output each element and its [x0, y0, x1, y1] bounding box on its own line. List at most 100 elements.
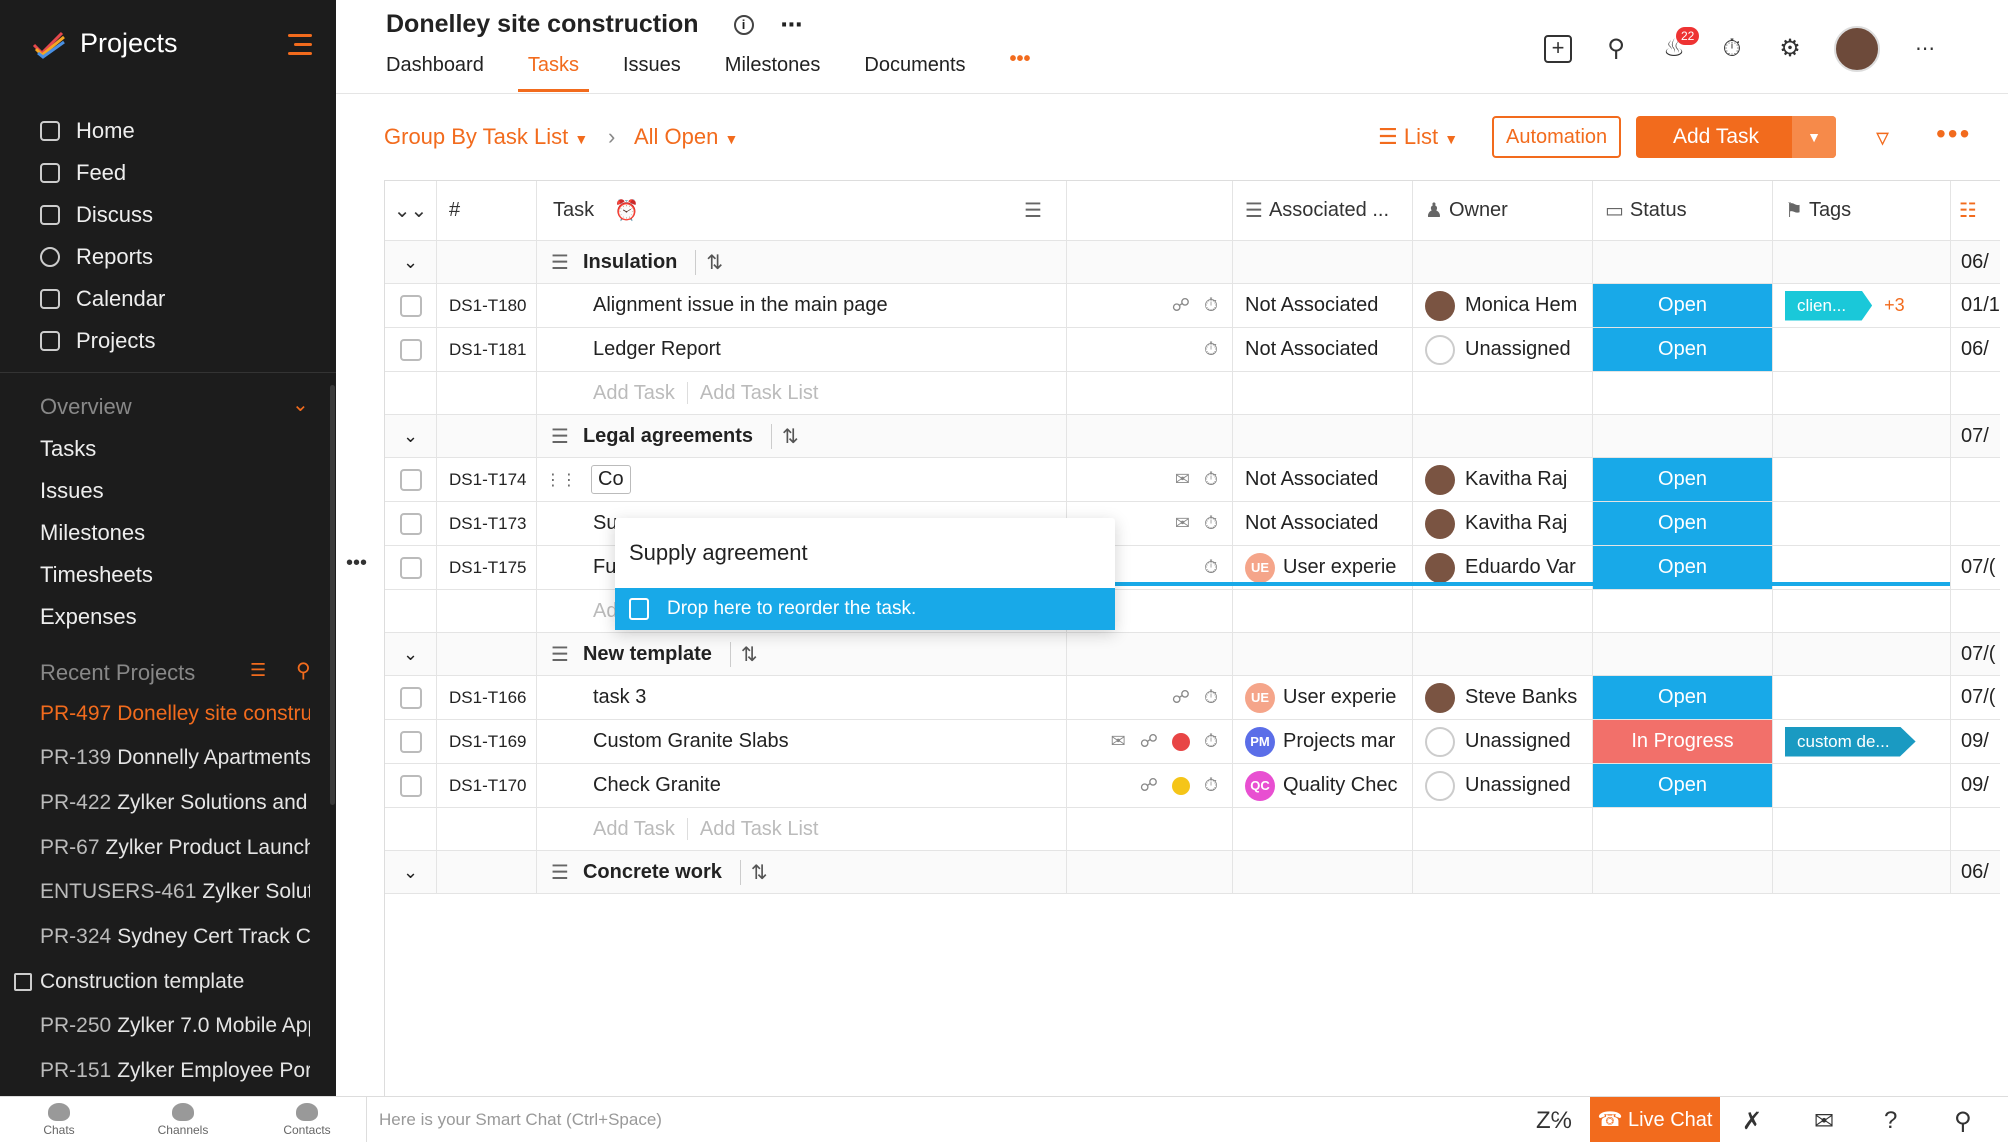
recent-project-item[interactable]: ENTUSERS-461Zylker Solutions	[40, 880, 310, 904]
status-badge[interactable]: Open	[1593, 458, 1772, 501]
gear-icon[interactable]: ⚙	[1776, 35, 1804, 63]
add-icon[interactable]: +	[1544, 35, 1572, 63]
collapse-group-icon[interactable]: ⌄	[385, 633, 437, 675]
status-badge[interactable]: Open	[1593, 328, 1772, 371]
add-task-dropdown-icon[interactable]: ▼	[1792, 116, 1836, 158]
group-title-cell[interactable]: ☰ Concrete work ⇅	[537, 851, 1067, 893]
status-badge[interactable]: Open	[1593, 502, 1772, 545]
blocked-icon[interactable]	[1171, 732, 1190, 751]
collapse-group-icon[interactable]: ⌄	[385, 415, 437, 457]
tab-tasks[interactable]: Tasks	[517, 54, 590, 92]
associated-cell[interactable]: QC Quality Chec	[1233, 764, 1413, 807]
status-cell[interactable]: Open	[1593, 458, 1773, 501]
sort-icon[interactable]: ⇅	[771, 423, 799, 449]
recent-project-item[interactable]: PR-422 Zylker Solutions and	[40, 791, 310, 815]
column-id[interactable]: #	[437, 181, 537, 240]
sort-icon[interactable]: ⇅	[729, 641, 758, 667]
group-by-dropdown[interactable]: Group By Task List ▼	[384, 124, 588, 150]
row-checkbox[interactable]	[399, 512, 422, 535]
table-row[interactable]: DS1-T166 task 3 ☍ ⏱ UE User experie Steve Bank…	[385, 676, 2000, 720]
search-icon[interactable]: ⚲	[1602, 35, 1630, 63]
tab-documents[interactable]: Documents	[864, 54, 965, 92]
associated-cell[interactable]: Not Associated	[1233, 502, 1413, 545]
menu-toggle-icon[interactable]	[288, 34, 312, 61]
chevron-down-icon[interactable]: ⌄	[292, 392, 309, 417]
add-task-link[interactable]: Add Task	[593, 818, 675, 841]
plugin-icon[interactable]: ✗	[1742, 1107, 1762, 1136]
more-tags-count[interactable]: +3	[1884, 295, 1905, 316]
info-icon[interactable]: i	[733, 15, 754, 36]
tags-cell[interactable]	[1773, 676, 1951, 719]
timer-icon[interactable]: ⏱	[1204, 557, 1218, 578]
row-checkbox[interactable]	[399, 686, 422, 709]
overview-item-tasks[interactable]: Tasks	[40, 436, 96, 462]
status-cell[interactable]: In Progress	[1593, 720, 1773, 763]
task-name-cell[interactable]: Custom Granite Slabs	[537, 720, 1067, 763]
status-cell[interactable]: Open	[1593, 764, 1773, 807]
nav-calendar[interactable]: Calendar	[0, 278, 336, 320]
table-row[interactable]: DS1-T181 Ledger Report ⏱ Not Associated Unas…	[385, 328, 2000, 372]
group-title-cell[interactable]: ☰ New template ⇅	[537, 633, 1067, 675]
row-checkbox[interactable]	[399, 294, 422, 317]
tags-cell[interactable]	[1773, 764, 1951, 807]
associated-cell[interactable]: PM Projects mar	[1233, 720, 1413, 763]
search-icon[interactable]: ⚲	[296, 658, 311, 683]
timer-icon[interactable]: ⏱	[1204, 295, 1218, 316]
more-tabs-icon[interactable]: •••	[1010, 48, 1031, 86]
status-cell[interactable]: Open	[1593, 502, 1773, 545]
subtask-icon[interactable]: ☍	[1172, 687, 1190, 708]
sort-icon[interactable]: ⇅	[695, 249, 723, 275]
row-checkbox[interactable]	[399, 556, 422, 579]
pending-icon[interactable]	[1171, 776, 1190, 795]
tags-cell[interactable]	[1773, 458, 1951, 501]
overview-title[interactable]: Overview	[40, 394, 132, 420]
status-cell[interactable]: Open	[1593, 284, 1773, 327]
tab-dashboard[interactable]: Dashboard	[386, 54, 484, 92]
contacts-button[interactable]: Contacts	[272, 1103, 342, 1137]
column-task[interactable]: Task ⏰ ☰	[537, 181, 1067, 240]
tags-cell[interactable]: clien... +3	[1773, 284, 1951, 327]
user-avatar[interactable]	[1834, 26, 1880, 72]
chats-button[interactable]: Chats	[24, 1103, 94, 1137]
task-name-cell[interactable]: Alignment issue in the main page	[537, 284, 1067, 327]
tag-chip[interactable]: custom de...	[1785, 726, 1916, 757]
notification-bell-icon[interactable]: ♨ 22	[1660, 27, 1700, 63]
filter-view-dropdown[interactable]: All Open ▼	[634, 124, 738, 150]
column-owner[interactable]: ♟ Owner	[1413, 181, 1593, 240]
row-checkbox[interactable]	[399, 468, 422, 491]
add-task-link[interactable]: Add Task	[593, 382, 675, 405]
zia-icon[interactable]: Z℅	[1536, 1107, 1572, 1135]
status-badge[interactable]: Open	[1593, 284, 1772, 327]
timer-icon[interactable]: ⏱	[1204, 731, 1218, 752]
smart-chat-input[interactable]: Here is your Smart Chat (Ctrl+Space)	[366, 1097, 1516, 1142]
owner-cell[interactable]: Unassigned	[1413, 328, 1593, 371]
automation-button[interactable]: Automation	[1492, 116, 1622, 158]
collapse-group-icon[interactable]: ⌄	[385, 241, 437, 283]
owner-cell[interactable]: Steve Banks	[1413, 676, 1593, 719]
row-actions-icon[interactable]: •••	[346, 552, 367, 575]
announcement-icon[interactable]: ✉	[1814, 1107, 1834, 1136]
owner-cell[interactable]: Monica Hem	[1413, 284, 1593, 327]
drag-preview-popup[interactable]: Supply agreement Drop here to reorder th…	[615, 518, 1115, 630]
column-associated[interactable]: ☰ Associated ...	[1233, 181, 1413, 240]
group-title-cell[interactable]: ☰ Legal agreements ⇅	[537, 415, 1067, 457]
row-checkbox[interactable]	[399, 338, 422, 361]
subtask-icon[interactable]: ☍	[1140, 775, 1158, 796]
group-title-cell[interactable]: ☰ Insulation ⇅	[537, 241, 1067, 283]
collapse-group-icon[interactable]: ⌄	[385, 851, 437, 893]
column-settings-icon[interactable]: ☰	[1024, 198, 1042, 223]
tags-cell[interactable]: custom de...	[1773, 720, 1951, 763]
associated-cell[interactable]: UE User experie	[1233, 676, 1413, 719]
recent-project-item[interactable]: PR-497Donelley site construction	[40, 702, 310, 726]
add-task-list-link[interactable]: Add Task List	[700, 818, 819, 841]
comment-icon[interactable]: ✉	[1111, 731, 1126, 752]
recent-project-item[interactable]: Construction template	[14, 970, 284, 994]
recent-project-item[interactable]: PR-139 Donnelly Apartments	[40, 746, 310, 770]
tab-issues[interactable]: Issues	[623, 54, 681, 92]
table-row[interactable]: DS1-T169 Custom Granite Slabs ✉ ☍ ⏱ PM Project…	[385, 720, 2000, 764]
tab-milestones[interactable]: Milestones	[725, 54, 821, 92]
drag-handle-icon[interactable]: ⋮⋮	[545, 470, 577, 490]
task-name-cell[interactable]: Ledger Report	[537, 328, 1067, 371]
search-icon[interactable]: ⚲	[1954, 1107, 1972, 1136]
view-mode-dropdown[interactable]: ☰ List ▼	[1378, 124, 1458, 150]
